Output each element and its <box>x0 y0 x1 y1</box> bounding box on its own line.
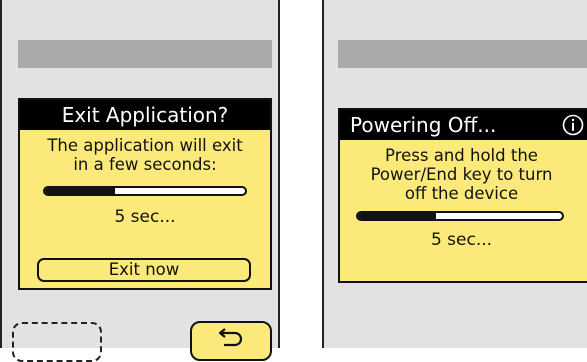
message-line: Power/End key to turn <box>370 165 553 184</box>
countdown-text: 5 sec... <box>430 230 493 250</box>
dialog-title: Powering Off... <box>350 113 497 137</box>
dialog-message: The application will exit in a few secon… <box>20 130 270 174</box>
exit-screen: Exit Application? The application will e… <box>0 0 280 362</box>
info-icon <box>562 114 584 136</box>
dialog-title-bar: Powering Off... <box>340 110 587 140</box>
back-arrow-icon <box>219 328 243 347</box>
dialog-message: Press and hold the Power/End key to turn… <box>340 140 587 203</box>
power-progress-bar <box>356 211 564 221</box>
header-bar <box>338 40 587 68</box>
message-line: off the device <box>404 184 519 203</box>
exit-now-button[interactable]: Exit now <box>37 258 251 282</box>
progress-fill <box>45 188 115 194</box>
dialog-body: Press and hold the Power/End key to turn… <box>340 140 587 250</box>
exit-progress-bar <box>43 186 247 196</box>
powering-off-dialog: Powering Off... Press and hold the Power… <box>338 108 587 283</box>
power-off-screen: Powering Off... Press and hold the Power… <box>322 0 587 348</box>
back-softkey-button[interactable] <box>190 321 272 361</box>
exit-application-dialog: Exit Application? The application will e… <box>18 98 272 290</box>
left-softkey-placeholder[interactable] <box>12 322 102 362</box>
countdown-text: 5 sec... <box>114 207 176 227</box>
dialog-body: The application will exit in a few secon… <box>20 130 270 227</box>
progress-fill <box>358 213 436 219</box>
message-line: in a few seconds: <box>73 155 217 174</box>
header-bar <box>18 40 272 68</box>
dialog-title: Exit Application? <box>20 100 270 130</box>
message-line: Press and hold the <box>385 146 538 165</box>
message-line: The application will exit <box>47 136 243 155</box>
